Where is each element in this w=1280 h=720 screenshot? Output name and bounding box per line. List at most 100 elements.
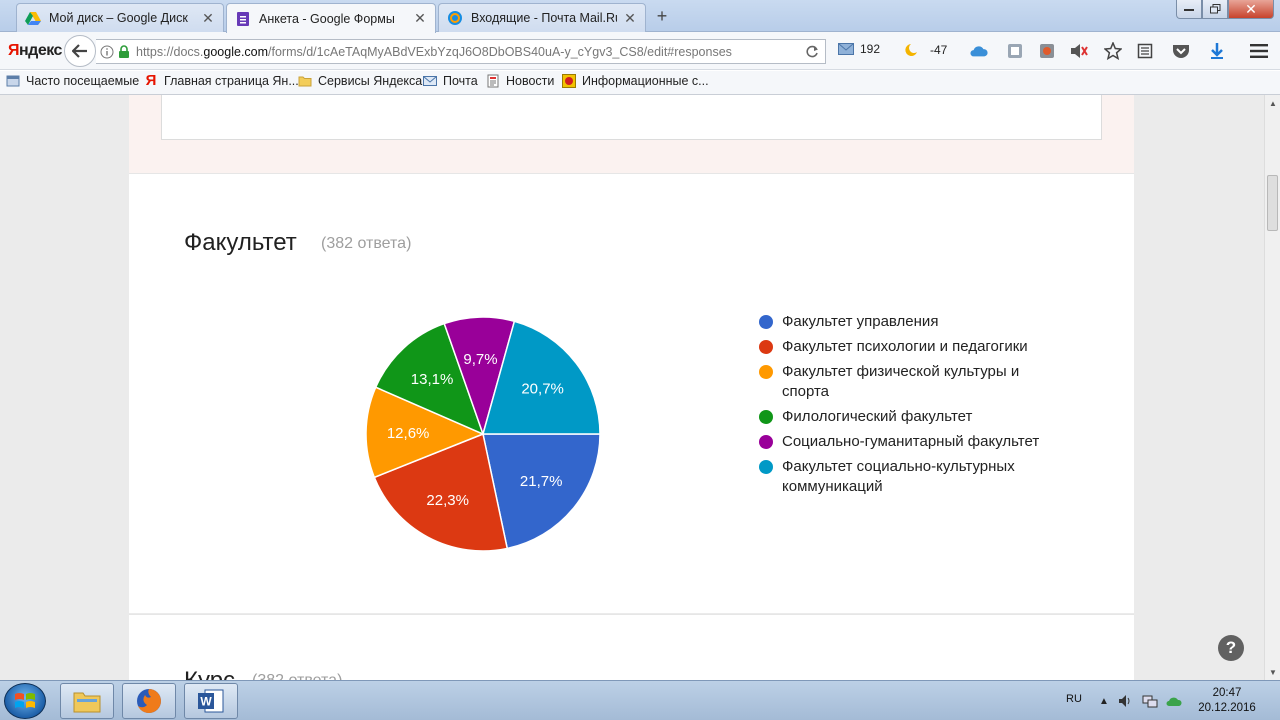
- question-card-course: Курс (382 ответа): [129, 614, 1134, 680]
- legend-item[interactable]: Факультет управления: [759, 312, 1059, 332]
- chart-legend: Факультет управления Факультет психологии…: [759, 312, 1059, 502]
- taskbar: W RU ▲ 20:47 20.12.2016: [0, 680, 1280, 720]
- page-viewport: Факультет (382 ответа) 21,7% 22,3% 12,6% 13…: [0, 95, 1264, 680]
- legend-item[interactable]: Факультет психологии и педагогики: [759, 337, 1059, 357]
- yandex-logo[interactable]: Яндекс: [8, 42, 62, 60]
- arrow-left-icon: [72, 44, 87, 58]
- question-title: Факультет: [184, 229, 297, 256]
- legend-label: Филологический факультет: [782, 408, 973, 425]
- speaker-icon[interactable]: [1070, 42, 1088, 60]
- bookmarks-bar: Часто посещаемые Я Главная страница Ян..…: [0, 71, 1280, 95]
- legend-item[interactable]: Филологический факультет: [759, 407, 1059, 427]
- bookmark-yandex-services[interactable]: Сервисы Яндекса: [298, 74, 422, 88]
- bookmark-info-sites[interactable]: Информационные с...: [562, 74, 709, 88]
- sync-tray-icon[interactable]: [1166, 693, 1182, 709]
- bookmark-mail[interactable]: Почта: [423, 74, 478, 88]
- slice-label: 13,1%: [411, 371, 454, 388]
- tab-close-icon[interactable]: ✕: [413, 10, 427, 27]
- scroll-up-icon[interactable]: ▲: [1265, 95, 1280, 111]
- maximize-button[interactable]: [1202, 0, 1228, 19]
- close-window-button[interactable]: ✕: [1228, 0, 1274, 19]
- back-button[interactable]: [64, 35, 96, 67]
- google-forms-icon: [237, 11, 249, 26]
- star-bookmark-icon[interactable]: [1104, 42, 1122, 60]
- legend-label: Факультет социально-культурных коммуника…: [782, 458, 1015, 495]
- bookmark-yandex-home[interactable]: Я Главная страница Ян...: [144, 72, 299, 89]
- tab-close-icon[interactable]: ✕: [201, 10, 215, 27]
- taskbar-explorer[interactable]: [60, 683, 114, 719]
- pie-chart: 21,7% 22,3% 12,6% 13,1% 9,7% 20,7%: [365, 316, 601, 552]
- start-button[interactable]: [4, 683, 46, 719]
- system-clock[interactable]: 20:47 20.12.2016: [1196, 686, 1258, 716]
- legend-label: Социально-гуманитарный факультет: [782, 433, 1040, 450]
- minimize-icon: [1184, 9, 1194, 11]
- legend-swatch: [759, 460, 773, 474]
- screenshot-extension-icon[interactable]: [1038, 42, 1056, 60]
- download-icon[interactable]: [1208, 42, 1226, 60]
- pocket-icon[interactable]: [1172, 42, 1190, 60]
- extension-icon[interactable]: [1006, 42, 1024, 60]
- yandex-icon: Я: [145, 72, 157, 89]
- bookmark-frequent[interactable]: Часто посещаемые: [6, 74, 139, 88]
- mail-icon: [423, 76, 437, 86]
- legend-swatch: [759, 435, 773, 449]
- minimize-button[interactable]: [1176, 0, 1202, 19]
- news-icon: [487, 74, 499, 88]
- tab-google-drive[interactable]: Мой диск – Google Диск ✕: [16, 3, 224, 32]
- vertical-scrollbar[interactable]: ▲ ▼: [1264, 95, 1280, 680]
- question-title: Курс: [184, 667, 235, 680]
- slice-label: 20,7%: [521, 381, 564, 398]
- legend-label: Факультет управления: [782, 313, 939, 330]
- windows-logo-icon: [15, 693, 35, 708]
- tab-mail-ru[interactable]: Входящие - Почта Mail.Ru ✕: [438, 3, 646, 32]
- tab-title: Мой диск – Google Диск: [49, 11, 188, 25]
- legend-item[interactable]: Факультет физической культуры и спорта: [759, 362, 1059, 402]
- bookmark-frequent-icon: [6, 75, 20, 87]
- tab-title: Анкета - Google Формы: [259, 11, 395, 26]
- info-icon[interactable]: [100, 45, 114, 59]
- address-bar[interactable]: https://docs.google.com/forms/d/1cAeTAqM…: [96, 39, 826, 64]
- legend-item[interactable]: Факультет социально-культурных коммуника…: [759, 457, 1059, 497]
- legend-label: Факультет физической культуры и спорта: [782, 363, 1020, 400]
- restore-icon: [1209, 4, 1220, 14]
- tab-strip: Мой диск – Google Диск ✕ Анкета - Google…: [0, 0, 1280, 33]
- folder-icon: [73, 692, 101, 713]
- reload-icon[interactable]: [805, 45, 819, 59]
- bookmark-news[interactable]: Новости: [486, 74, 554, 88]
- lock-icon: [119, 44, 129, 58]
- taskbar-firefox[interactable]: [122, 683, 176, 719]
- taskbar-word[interactable]: W: [184, 683, 238, 719]
- moon-icon: [905, 44, 917, 56]
- slice-label: 12,6%: [387, 425, 430, 442]
- tab-title: Входящие - Почта Mail.Ru: [471, 11, 617, 25]
- response-count: (382 ответа): [252, 672, 342, 680]
- volume-icon[interactable]: [1118, 693, 1134, 709]
- legend-swatch: [759, 365, 773, 379]
- slice-label: 9,7%: [463, 351, 497, 368]
- mail-notifier[interactable]: 192: [838, 42, 880, 56]
- new-tab-icon[interactable]: +: [652, 6, 672, 26]
- legend-item[interactable]: Социально-гуманитарный факультет: [759, 432, 1059, 452]
- slice-label: 22,3%: [426, 492, 469, 509]
- legend-label: Факультет психологии и педагогики: [782, 338, 1028, 355]
- response-count: (382 ответа): [321, 235, 412, 252]
- svg-text:W: W: [200, 695, 212, 709]
- reading-list-icon[interactable]: [1136, 42, 1154, 60]
- slice-label: 21,7%: [520, 473, 563, 490]
- close-icon: ✕: [1245, 0, 1257, 17]
- legend-swatch: [759, 315, 773, 329]
- tray-expand-icon[interactable]: ▲: [1096, 693, 1112, 709]
- tab-google-forms[interactable]: Анкета - Google Формы ✕: [226, 3, 436, 33]
- hamburger-menu-icon[interactable]: [1250, 42, 1268, 60]
- word-icon: W: [198, 689, 224, 713]
- scroll-down-icon[interactable]: ▼: [1265, 664, 1280, 680]
- legend-swatch: [759, 340, 773, 354]
- tab-close-icon[interactable]: ✕: [623, 10, 637, 27]
- weather-widget[interactable]: -47: [902, 42, 947, 58]
- network-icon[interactable]: [1142, 693, 1158, 709]
- google-drive-icon: [25, 12, 41, 25]
- cloud-sync-icon[interactable]: [970, 42, 988, 60]
- scroll-thumb[interactable]: [1267, 175, 1278, 231]
- help-button[interactable]: ?: [1218, 635, 1244, 661]
- language-indicator[interactable]: RU: [1066, 693, 1082, 705]
